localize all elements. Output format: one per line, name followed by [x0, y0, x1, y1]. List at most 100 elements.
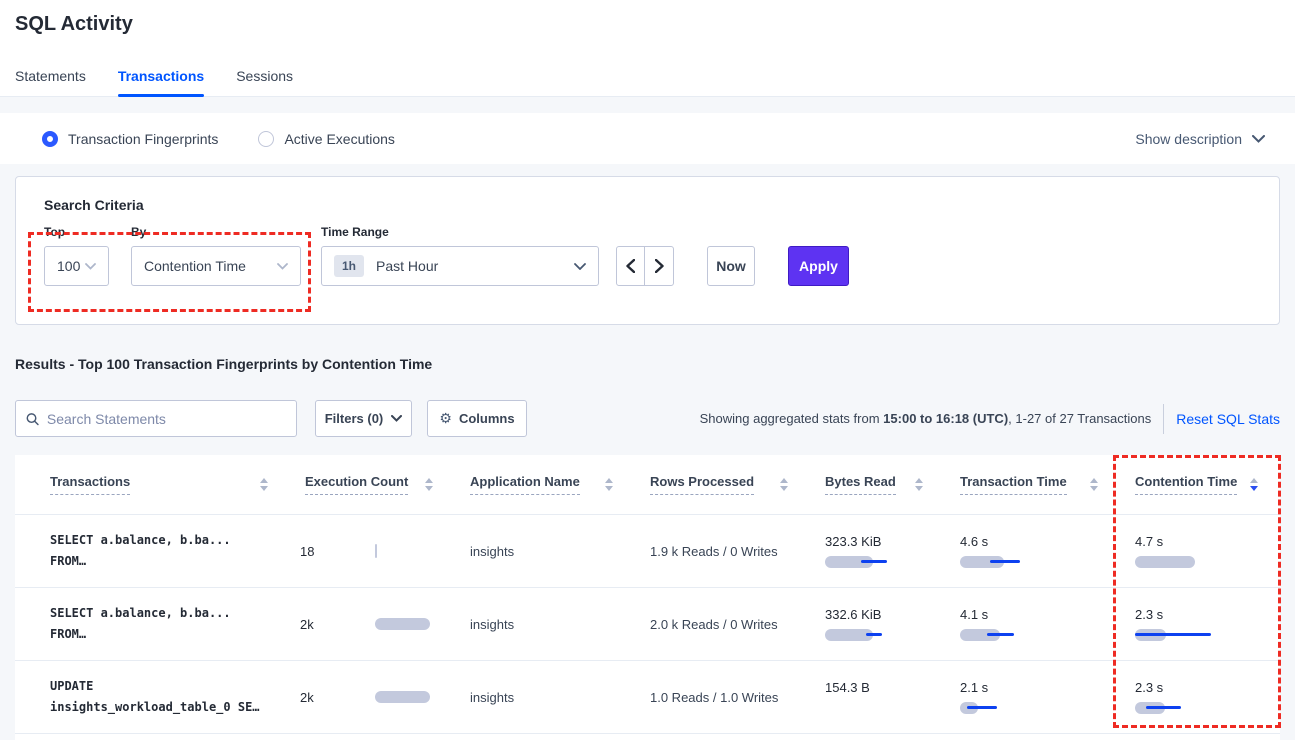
sort-icon[interactable]	[1082, 478, 1098, 491]
contention-time-cell: 4.7 s	[1120, 515, 1280, 587]
column-header-label[interactable]: Bytes Read	[825, 474, 896, 495]
column-header-bytes-read: Bytes Read	[810, 455, 945, 514]
stddev-line	[866, 633, 882, 636]
execution-count-cell: 18	[290, 515, 455, 587]
chevron-down-icon	[574, 263, 586, 270]
mean-bar	[1135, 556, 1195, 568]
sort-icon[interactable]	[907, 478, 923, 491]
sort-icon[interactable]	[772, 478, 788, 491]
transaction-statement-link[interactable]: SELECT a.balance, b.ba... FROM…	[15, 588, 290, 660]
table-row: SELECT a.balance, b.ba... FROM… 18 insig…	[15, 515, 1280, 588]
radio-active-executions[interactable]: Active Executions	[258, 131, 395, 147]
execution-count-bar	[375, 691, 430, 703]
view-toggle-bar: Transaction Fingerprints Active Executio…	[0, 113, 1295, 164]
top-select-value: 100	[57, 258, 80, 274]
application-name-cell: insights	[455, 661, 635, 733]
show-description-label: Show description	[1135, 131, 1242, 147]
stddev-line	[1135, 633, 1211, 636]
column-header-transactions: Transactions	[15, 455, 290, 514]
bytes-read-cell: 323.3 KiB	[810, 515, 945, 587]
column-header-label[interactable]: Execution Count	[305, 474, 408, 495]
transaction-time-cell: 4.6 s	[945, 515, 1120, 587]
columns-button-label: Columns	[459, 411, 515, 426]
column-header-label[interactable]: Rows Processed	[650, 474, 754, 495]
table-row: SELECT a.balance, b.ba... FROM… 2k insig…	[15, 588, 1280, 661]
filters-button[interactable]: Filters (0)	[315, 400, 412, 437]
time-range-value: Past Hour	[376, 258, 438, 274]
radio-unselected-icon[interactable]	[258, 131, 274, 147]
execution-count-bar	[375, 618, 430, 630]
radio-label: Active Executions	[284, 131, 395, 147]
execution-count-cell: 2k	[290, 661, 455, 733]
transaction-statement-link[interactable]: SELECT a.balance, b.ba... FROM…	[15, 515, 290, 587]
gear-icon: ⚙	[439, 410, 452, 427]
filters-button-label: Filters (0)	[325, 411, 384, 426]
time-range-badge: 1h	[334, 255, 364, 277]
stats-time-range: 15:00 to 16:18 (UTC)	[883, 411, 1008, 426]
search-criteria-panel: Search Criteria Top 100 By Contention Ti…	[15, 176, 1280, 325]
column-header-label[interactable]: Contention Time	[1135, 474, 1237, 495]
execution-count-cell: 2k	[290, 588, 455, 660]
bytes-read-cell: 154.3 B	[810, 661, 945, 733]
by-label: By	[131, 225, 301, 239]
column-header-label[interactable]: Transactions	[50, 474, 130, 495]
radio-label: Transaction Fingerprints	[68, 131, 218, 147]
tab-sessions[interactable]: Sessions	[236, 68, 293, 96]
tab-bar: Statements Transactions Sessions	[15, 68, 325, 96]
results-controls: Filters (0) ⚙ Columns Showing aggregated…	[15, 400, 1280, 437]
top-select[interactable]: 100	[44, 246, 109, 286]
time-range-field: Time Range 1h Past Hour	[301, 225, 599, 286]
stddev-line	[1146, 706, 1181, 709]
bytes-read-cell: 332.6 KiB	[810, 588, 945, 660]
top-field: Top 100	[44, 225, 109, 286]
transactions-table: Transactions Execution Count Application…	[15, 455, 1280, 740]
apply-button[interactable]: Apply	[788, 246, 849, 286]
stddev-line	[861, 560, 887, 563]
chevron-down-icon	[1252, 135, 1265, 143]
chevron-down-icon	[277, 263, 288, 270]
search-statements-input[interactable]	[47, 411, 286, 427]
execution-count-bar	[375, 544, 377, 558]
column-header-transaction-time: Transaction Time	[945, 455, 1120, 514]
chevron-right-icon	[655, 259, 664, 273]
sort-icon[interactable]	[597, 478, 613, 491]
tab-transactions[interactable]: Transactions	[118, 68, 204, 96]
aggregated-stats-text: Showing aggregated stats from 15:00 to 1…	[700, 411, 1152, 426]
results-heading: Results - Top 100 Transaction Fingerprin…	[15, 356, 432, 372]
chevron-down-icon	[85, 263, 96, 270]
sort-icon[interactable]	[417, 478, 433, 491]
sort-icon-active-desc[interactable]	[1242, 478, 1258, 491]
column-header-label[interactable]: Transaction Time	[960, 474, 1067, 495]
chevron-left-icon	[626, 259, 635, 273]
sort-icon[interactable]	[252, 478, 268, 491]
time-range-select[interactable]: 1h Past Hour	[321, 246, 599, 286]
stddev-line	[990, 560, 1020, 563]
tab-statements[interactable]: Statements	[15, 68, 86, 96]
now-button[interactable]: Now	[707, 246, 755, 286]
stats-area: Showing aggregated stats from 15:00 to 1…	[700, 404, 1280, 434]
previous-time-window-button[interactable]	[617, 247, 645, 285]
column-header-execution-count: Execution Count	[290, 455, 455, 514]
next-time-window-button[interactable]	[645, 247, 673, 285]
by-select[interactable]: Contention Time	[131, 246, 301, 286]
column-header-contention-time: Contention Time	[1120, 455, 1280, 514]
column-header-rows-processed: Rows Processed	[635, 455, 810, 514]
radio-transaction-fingerprints[interactable]: Transaction Fingerprints	[42, 131, 218, 147]
chevron-down-icon	[391, 415, 402, 422]
rows-processed-cell: 2.0 k Reads / 0 Writes	[635, 588, 810, 660]
column-header-label[interactable]: Application Name	[470, 474, 580, 495]
contention-time-cell: 2.3 s	[1120, 588, 1280, 660]
transaction-statement-link[interactable]: UPDATE insights_workload_table_0 SE…	[15, 661, 290, 733]
by-field: By Contention Time	[109, 225, 301, 286]
rows-processed-cell: 1.9 k Reads / 0 Writes	[635, 515, 810, 587]
time-window-stepper	[616, 246, 674, 286]
contention-time-cell: 2.3 s	[1120, 661, 1280, 733]
reset-sql-stats-link[interactable]: Reset SQL Stats	[1176, 411, 1280, 427]
application-name-cell: insights	[455, 515, 635, 587]
time-range-label: Time Range	[321, 225, 599, 239]
search-icon	[26, 412, 39, 426]
show-description-toggle[interactable]: Show description	[1135, 131, 1265, 147]
columns-button[interactable]: ⚙ Columns	[427, 400, 527, 437]
top-label: Top	[44, 225, 109, 239]
radio-selected-icon[interactable]	[42, 131, 58, 147]
